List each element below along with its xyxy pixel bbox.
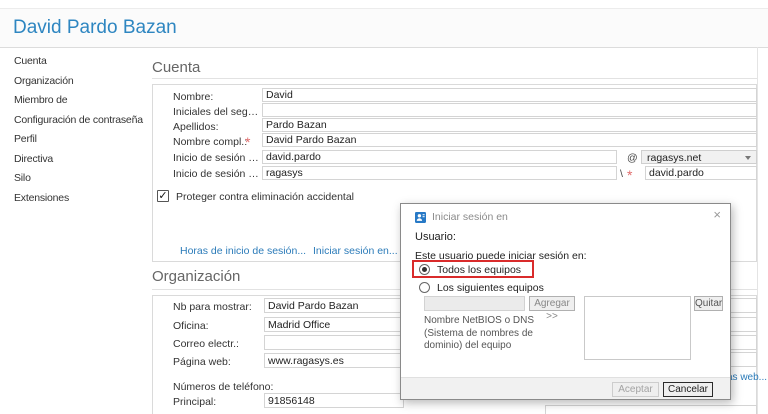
email-input[interactable] <box>264 335 404 350</box>
full-name-input[interactable] <box>262 133 757 147</box>
hint-line: dominio) del equipo <box>424 340 554 353</box>
display-name-input[interactable] <box>264 298 404 313</box>
header-divider <box>0 47 768 48</box>
organization-section-title: Organización <box>152 268 240 285</box>
upn-logon-input[interactable] <box>262 150 617 164</box>
radio-following-computers[interactable] <box>419 282 430 293</box>
protect-deletion-label: Proteger contra eliminación accidental <box>176 191 354 203</box>
sam-logon-label: Inicio de sesión SamAccou... <box>173 168 260 180</box>
main-phone-label: Principal: <box>173 396 260 408</box>
office-input[interactable] <box>264 317 404 332</box>
ok-button[interactable]: Aceptar <box>612 382 659 397</box>
phone-numbers-label: Números de teléfono: <box>173 381 283 393</box>
required-marker-icon: * <box>245 137 250 147</box>
protect-deletion-checkbox[interactable]: ✓ <box>157 190 169 202</box>
upn-domain-value: ragasys.net <box>647 152 701 164</box>
middle-initials-label: Iniciales del segundo nom... <box>173 106 260 118</box>
upn-logon-label: Inicio de sesión UPN de us... <box>173 152 260 164</box>
org-right-column-input[interactable] <box>545 405 757 414</box>
web-input[interactable] <box>264 353 404 368</box>
sidebar-item-cuenta[interactable]: Cuenta <box>0 52 146 72</box>
last-name-label: Apellidos: <box>173 121 260 133</box>
close-icon[interactable]: × <box>713 207 721 222</box>
chevron-down-icon <box>745 156 751 160</box>
logon-to-link[interactable]: Iniciar sesión en... <box>313 245 398 257</box>
sections-sidebar: Cuenta Organización Miembro de Configura… <box>0 52 146 208</box>
computer-name-hint: Nombre NetBIOS o DNS (Sistema de nombres… <box>424 315 554 353</box>
hint-line: Nombre NetBIOS o DNS <box>424 315 554 328</box>
cancel-button[interactable]: Cancelar <box>663 382 713 397</box>
sidebar-item-miembro-de[interactable]: Miembro de <box>0 91 146 111</box>
sidebar-item-config-contrasena[interactable]: Configuración de contraseña <box>0 111 146 131</box>
dialog-user-label: Usuario: <box>415 231 456 243</box>
web-label: Página web: <box>173 356 260 368</box>
sidebar-item-extensiones[interactable]: Extensiones <box>0 189 146 209</box>
content-right-edge <box>757 47 758 414</box>
computers-list[interactable] <box>584 296 691 360</box>
required-marker-icon: * <box>627 170 632 180</box>
page-title: David Pardo Bazan <box>13 17 177 39</box>
sam-logon-input[interactable] <box>645 166 757 180</box>
sidebar-item-silo[interactable]: Silo <box>0 169 146 189</box>
email-label: Correo electr.: <box>173 338 260 350</box>
logon-to-dialog: Iniciar sesión en × Usuario: Este usuari… <box>400 203 731 400</box>
radio-following-computers-label: Los siguientes equipos <box>437 282 544 294</box>
dialog-title: Iniciar sesión en <box>432 211 508 223</box>
first-name-input[interactable] <box>262 88 757 102</box>
other-web-pages-link[interactable]: as web... <box>727 372 767 383</box>
at-symbol: @ <box>627 152 638 164</box>
account-section-rule <box>152 78 757 79</box>
middle-initials-input[interactable] <box>262 103 757 117</box>
first-name-label: Nombre: <box>173 91 260 103</box>
sidebar-item-directiva[interactable]: Directiva <box>0 150 146 170</box>
check-icon: ✓ <box>158 190 167 202</box>
sidebar-item-perfil[interactable]: Perfil <box>0 130 146 150</box>
sam-domain-input[interactable] <box>262 166 617 180</box>
last-name-input[interactable] <box>262 118 757 132</box>
remove-button[interactable]: Quitar <box>694 296 723 311</box>
computer-name-input[interactable] <box>424 296 525 311</box>
add-button[interactable]: Agregar >> <box>529 296 575 311</box>
user-account-icon <box>415 212 426 223</box>
logon-hours-link[interactable]: Horas de inicio de sesión... <box>180 245 306 257</box>
hint-line: (Sistema de nombres de <box>424 328 554 341</box>
annotation-highlight-box <box>412 260 534 278</box>
adac-user-properties-window: David Pardo Bazan Cuenta Organización Mi… <box>0 0 768 414</box>
backslash-symbol: \ <box>620 168 623 180</box>
sidebar-item-organizacion[interactable]: Organización <box>0 72 146 92</box>
upn-domain-select[interactable]: ragasys.net <box>641 150 757 164</box>
display-name-label: Nb para mostrar: <box>173 301 260 313</box>
main-phone-input[interactable] <box>264 393 404 408</box>
account-section-title: Cuenta <box>152 59 200 76</box>
office-label: Oficina: <box>173 320 260 332</box>
